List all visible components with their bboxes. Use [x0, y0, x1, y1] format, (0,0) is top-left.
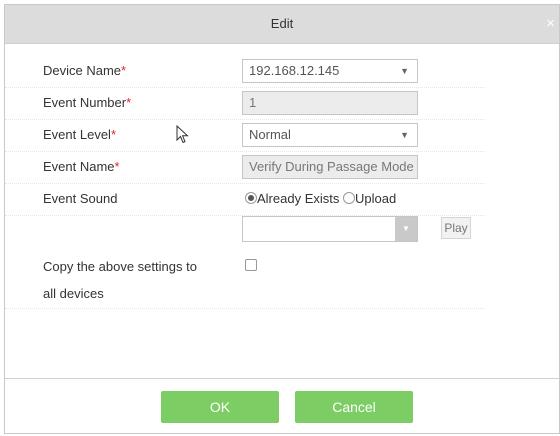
event-level-select[interactable]: Normal ▼ [242, 123, 418, 147]
divider [5, 308, 485, 309]
upload-radio[interactable] [343, 192, 355, 204]
event-number-field: 1 [242, 91, 418, 115]
required-mark: * [114, 159, 120, 174]
required-mark: * [126, 95, 132, 110]
ok-button[interactable]: OK [161, 391, 279, 423]
device-name-row: Device Name* 192.168.12.145 ▼ [5, 55, 485, 88]
event-number-label: Event Number* [43, 95, 132, 110]
upload-label[interactable]: Upload [355, 191, 396, 206]
close-icon[interactable]: × [546, 5, 555, 43]
device-name-value: 192.168.12.145 [249, 63, 340, 78]
event-name-row: Event Name* Verify During Passage Mode [5, 151, 485, 184]
dialog-title: Edit [270, 16, 294, 31]
event-level-row: Event Level* Normal ▼ [5, 119, 485, 152]
device-name-select[interactable]: 192.168.12.145 ▼ [242, 59, 418, 83]
footer-divider [5, 378, 559, 379]
copy-settings-checkbox[interactable] [245, 259, 257, 271]
already-exists-label[interactable]: Already Exists [257, 191, 339, 206]
chevron-down-icon: ▼ [400, 130, 409, 140]
event-sound-radio-group: Already Exists Upload [245, 183, 396, 215]
event-level-value: Normal [249, 127, 291, 142]
event-number-row: Event Number* 1 [5, 87, 485, 120]
event-sound-select[interactable]: ▼ [242, 216, 418, 242]
play-button[interactable]: Play [441, 217, 471, 239]
chevron-down-icon[interactable]: ▼ [395, 217, 417, 241]
event-name-field[interactable]: Verify During Passage Mode [242, 155, 418, 179]
chevron-down-icon: ▼ [400, 66, 409, 76]
device-name-label: Device Name* [43, 63, 127, 78]
event-sound-row: Event Sound Already Exists Upload [5, 183, 485, 216]
event-level-label: Event Level* [43, 127, 116, 142]
event-sound-label: Event Sound [43, 191, 118, 206]
cancel-button[interactable]: Cancel [295, 391, 413, 423]
already-exists-radio[interactable] [245, 192, 257, 204]
required-mark: * [110, 127, 116, 142]
dialog-titlebar: Edit × [5, 5, 559, 44]
event-name-label: Event Name* [43, 159, 120, 174]
required-mark: * [121, 63, 127, 78]
copy-settings-label: Copy the above settings to all devices [43, 259, 197, 301]
mouse-pointer-icon [176, 125, 189, 144]
edit-dialog: Edit × Device Name* 192.168.12.145 ▼ Eve… [4, 4, 560, 434]
